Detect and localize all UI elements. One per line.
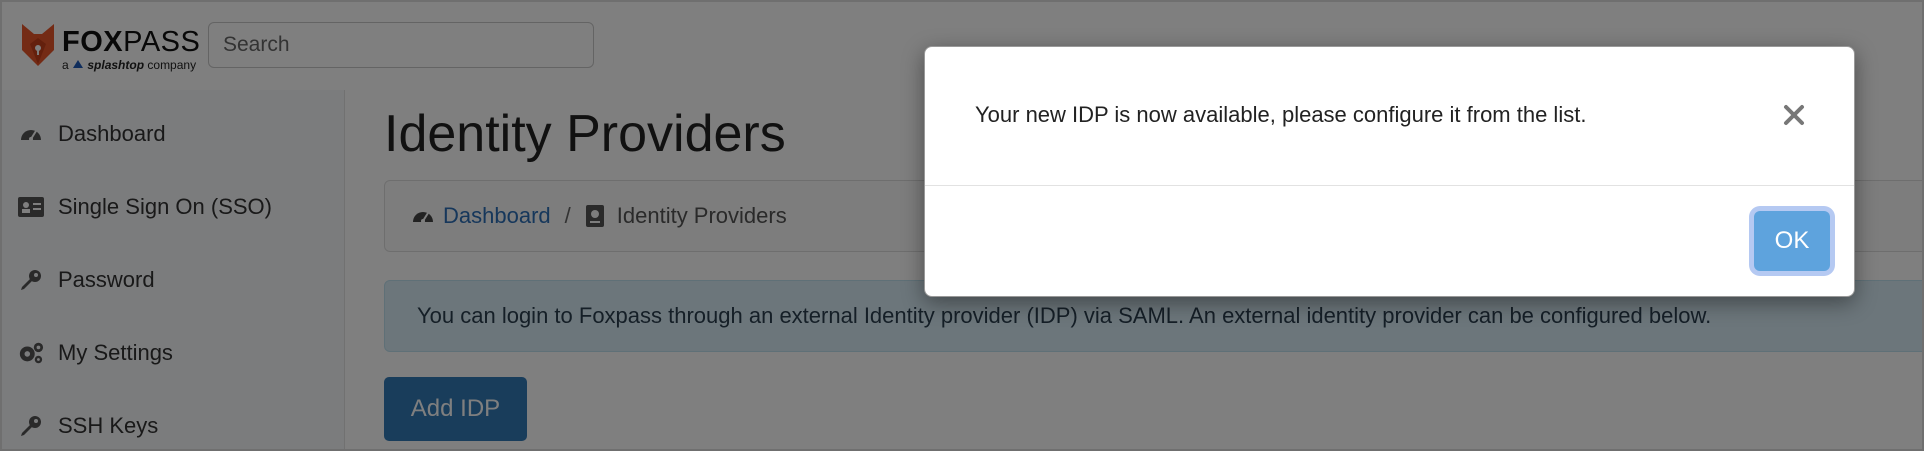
dialog-body: Your new IDP is now available, please co… [925, 47, 1854, 186]
ok-button[interactable]: OK [1754, 211, 1830, 271]
dialog-message: Your new IDP is now available, please co… [975, 102, 1587, 127]
close-button[interactable] [1780, 101, 1808, 129]
notification-dialog: Your new IDP is now available, please co… [924, 46, 1855, 297]
close-icon [1784, 105, 1804, 125]
app-window: FOXPASS a splashtop company Dashboard Si… [0, 0, 1924, 451]
